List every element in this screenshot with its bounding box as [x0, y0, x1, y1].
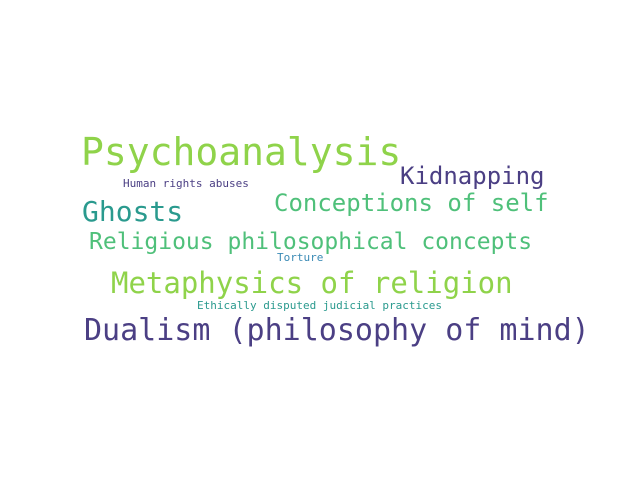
word-torture: Torture — [277, 251, 324, 264]
word-metaphysics-of-religion: Metaphysics of religion — [111, 266, 513, 300]
word-ghosts: Ghosts — [82, 195, 184, 228]
word-kidnapping: Kidnapping — [400, 162, 545, 190]
word-dualism-philosophy-of-mind: Dualism (philosophy of mind) — [84, 313, 590, 348]
word-cloud: Psychoanalysis Kidnapping Human rights a… — [0, 0, 640, 480]
word-ethically-disputed-judicial-practices: Ethically disputed judicial practices — [197, 299, 443, 312]
word-human-rights-abuses: Human rights abuses — [123, 177, 249, 190]
word-psychoanalysis: Psychoanalysis — [81, 130, 402, 174]
word-conceptions-of-self: Conceptions of self — [274, 189, 549, 217]
